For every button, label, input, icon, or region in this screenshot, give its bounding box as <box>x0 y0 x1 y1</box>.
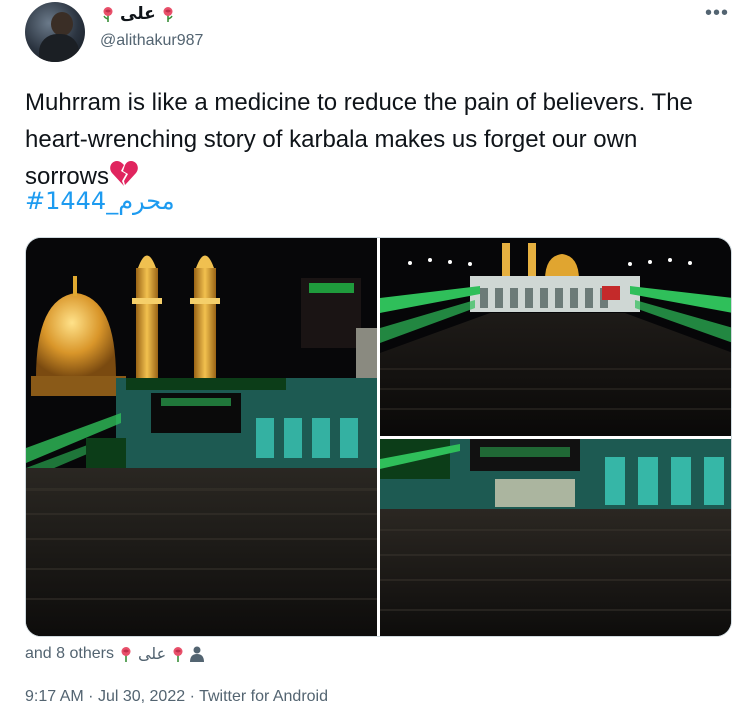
media-grid <box>25 237 732 637</box>
crowd-photo-graphic <box>380 439 731 636</box>
shrine-photo-graphic <box>26 238 377 636</box>
wide-photo-graphic <box>380 238 731 436</box>
display-name[interactable]: علی <box>100 4 176 24</box>
tweet-text: Muhrram is like a medicine to reduce the… <box>25 84 725 195</box>
meta-separator: · <box>88 688 94 705</box>
avatar[interactable] <box>25 2 85 62</box>
rose-icon <box>173 646 183 662</box>
rose-icon <box>163 7 173 22</box>
likers-prefix: and 8 others <box>25 644 114 662</box>
person-icon <box>190 646 205 662</box>
photo-shrine-main[interactable] <box>26 238 377 636</box>
avatar-body <box>39 34 79 62</box>
rose-icon <box>103 7 113 22</box>
likers-row[interactable]: and 8 others علی <box>25 644 205 663</box>
tweet-metadata: 9:17 AM · Jul 30, 2022 · Twitter for And… <box>25 688 328 706</box>
rose-icon <box>121 646 131 662</box>
display-name-text: علی <box>120 4 156 24</box>
tweet-source[interactable]: Twitter for Android <box>199 688 328 705</box>
user-handle[interactable]: @alithakur987 <box>100 32 203 50</box>
hashtag-link[interactable]: #محرم_1444 <box>25 187 175 215</box>
photo-shrine-wide[interactable] <box>380 238 731 436</box>
tweet-time[interactable]: 9:17 AM <box>25 688 84 705</box>
meta-separator: · <box>189 688 195 705</box>
photo-shrine-crowd[interactable] <box>380 439 731 636</box>
avatar-head <box>51 12 73 36</box>
broken-heart-icon <box>110 161 138 186</box>
more-dots-icon[interactable]: ••• <box>705 2 729 25</box>
liker-name: علی <box>137 644 167 663</box>
tweet-date[interactable]: Jul 30, 2022 <box>98 688 185 705</box>
